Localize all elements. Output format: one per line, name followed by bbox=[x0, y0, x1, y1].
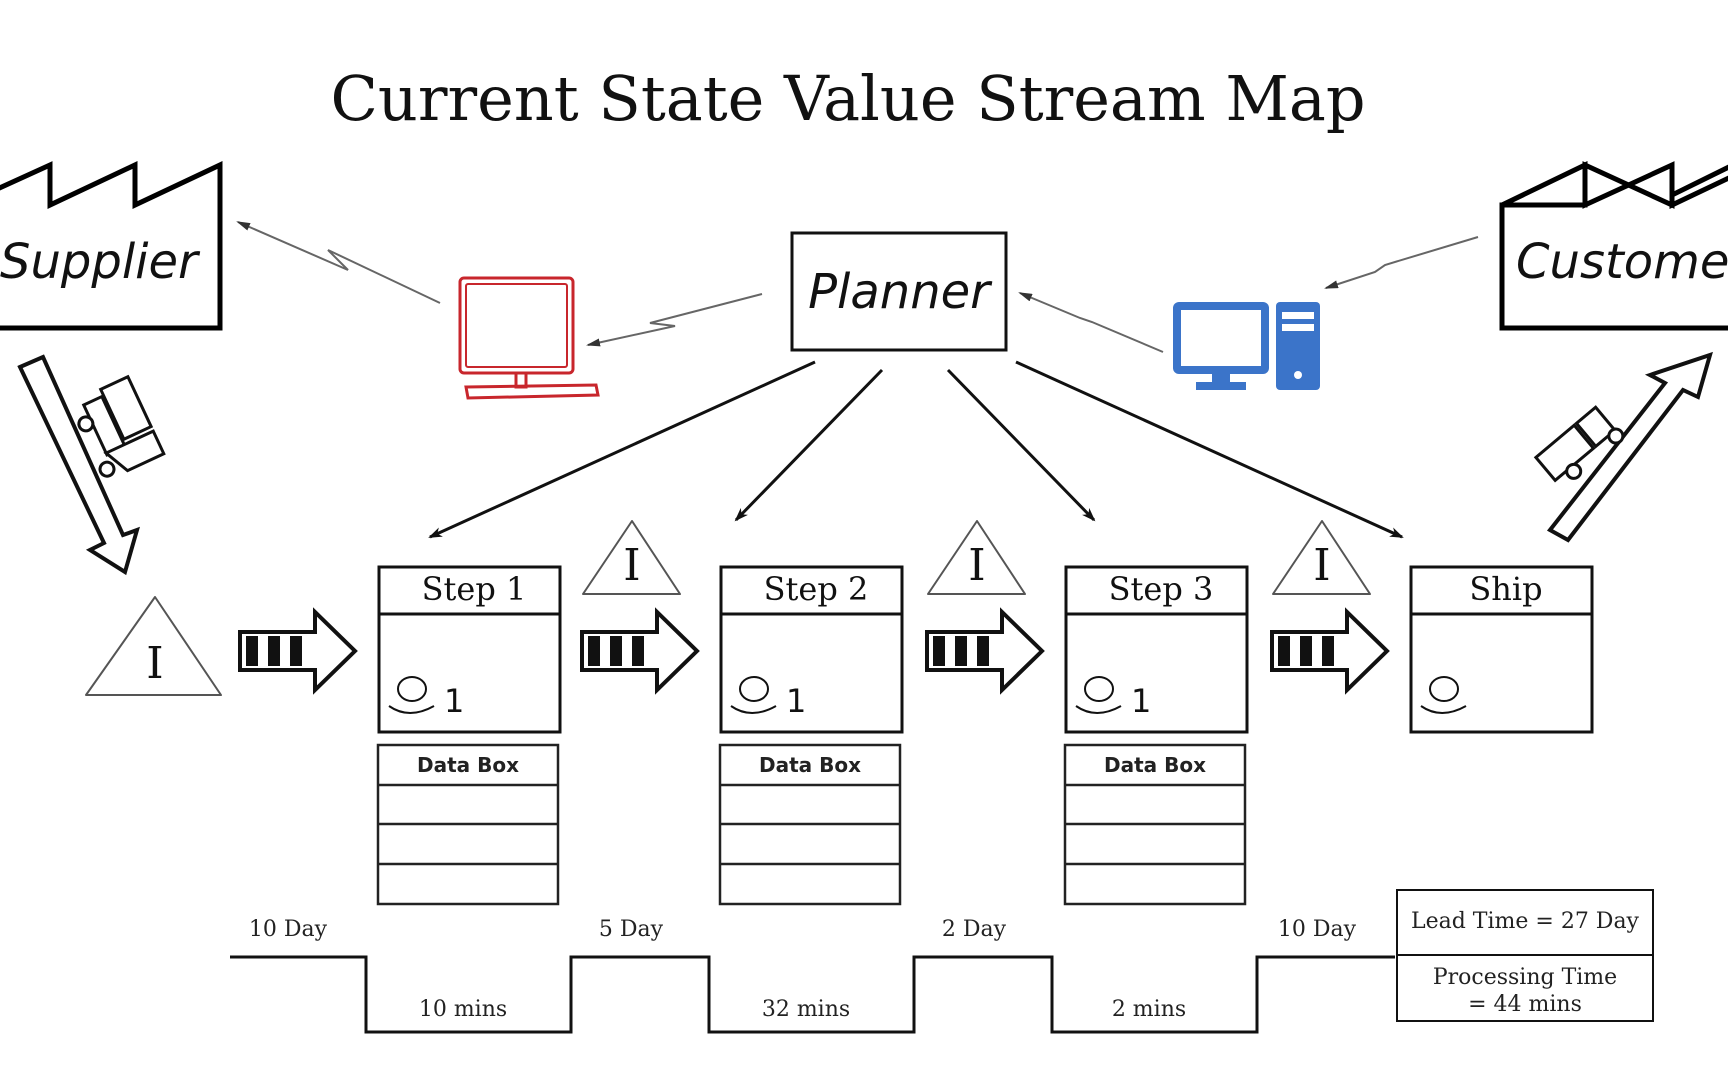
lead-time: Lead Time = 27 Day bbox=[1411, 909, 1640, 934]
inventory-triangle[interactable]: I bbox=[1272, 520, 1371, 595]
process-time: 10 mins bbox=[419, 997, 507, 1022]
process-time: 2 mins bbox=[1112, 997, 1186, 1022]
customer-factory[interactable]: Customer bbox=[1499, 161, 1728, 331]
customer-shipment bbox=[1533, 351, 1713, 543]
supplier-factory[interactable]: Supplier bbox=[0, 161, 223, 331]
electronic-flow-arrow bbox=[1324, 236, 1479, 289]
svg-text:I: I bbox=[968, 540, 985, 591]
timeline: 10 Day 5 Day 2 Day 10 Day 10 mins 32 min… bbox=[230, 917, 1395, 1034]
supplier-label: Supplier bbox=[0, 234, 201, 290]
process-box-2[interactable]: Step 2 1 Data Box bbox=[718, 565, 904, 906]
svg-text:I: I bbox=[1313, 540, 1330, 591]
page-title: Current State Value Stream Map bbox=[330, 62, 1365, 135]
processing-time-value: = 44 mins bbox=[1468, 992, 1582, 1017]
customer-computer[interactable] bbox=[1173, 302, 1320, 390]
push-arrow-icon bbox=[580, 607, 700, 695]
summary-box: Lead Time = 27 Day Processing Time = 44 … bbox=[1396, 889, 1654, 1022]
schedule-arrow-step3 bbox=[946, 368, 1096, 522]
process-title: Step 1 bbox=[422, 570, 527, 608]
wait-time: 10 Day bbox=[1278, 917, 1357, 942]
inventory-triangle[interactable]: I bbox=[582, 520, 681, 595]
push-arrow-icon bbox=[238, 607, 358, 695]
value-stream-map: Current State Value Stream Map Supplier … bbox=[0, 62, 1728, 1034]
operator-count: 1 bbox=[1131, 682, 1151, 720]
operator-count: 1 bbox=[786, 682, 806, 720]
process-box-3[interactable]: Step 3 1 Data Box bbox=[1063, 565, 1249, 906]
desktop-computer-icon bbox=[1173, 302, 1320, 390]
supplier-shipment bbox=[17, 354, 166, 576]
planner-label: Planner bbox=[808, 264, 993, 320]
operator-count: 1 bbox=[444, 682, 464, 720]
process-boxes: Step 1 1 Data Box Step 2 1 Data Box Step 3 1 Dat… bbox=[376, 565, 1594, 906]
planner-box[interactable]: Planner bbox=[790, 231, 1008, 352]
customer-label: Customer bbox=[1516, 234, 1728, 290]
svg-text:I: I bbox=[146, 638, 163, 689]
electronic-flow-arrow bbox=[1018, 292, 1164, 353]
process-time: 32 mins bbox=[762, 997, 850, 1022]
process-box-1[interactable]: Step 1 1 Data Box bbox=[376, 565, 562, 906]
data-box-header: Data Box bbox=[417, 753, 519, 777]
inventory-triangle[interactable]: I bbox=[85, 596, 222, 696]
electronic-flow-arrow bbox=[586, 293, 763, 347]
schedule-arrow-step2 bbox=[734, 368, 884, 522]
wait-time: 5 Day bbox=[599, 917, 664, 942]
processing-time-label: Processing Time bbox=[1433, 965, 1617, 990]
process-title: Step 2 bbox=[764, 570, 869, 608]
schedule-arrow-step1 bbox=[428, 360, 816, 539]
svg-text:I: I bbox=[623, 540, 640, 591]
push-arrow-icon bbox=[1270, 607, 1390, 695]
data-box[interactable]: Data Box bbox=[376, 743, 560, 906]
data-box[interactable]: Data Box bbox=[718, 743, 902, 906]
electronic-flow-arrow bbox=[236, 221, 441, 304]
planner-schedule-arrows bbox=[428, 360, 1404, 539]
push-arrow-icon bbox=[925, 607, 1045, 695]
process-title: Step 3 bbox=[1109, 570, 1214, 608]
wait-time: 10 Day bbox=[249, 917, 328, 942]
computer-monitor-icon bbox=[458, 276, 600, 400]
wait-time: 2 Day bbox=[942, 917, 1007, 942]
data-box-header: Data Box bbox=[1104, 753, 1206, 777]
inventory-triangle[interactable]: I bbox=[927, 520, 1026, 595]
process-title: Ship bbox=[1469, 570, 1542, 608]
supplier-computer[interactable] bbox=[458, 276, 600, 400]
data-box-header: Data Box bbox=[759, 753, 861, 777]
data-box[interactable]: Data Box bbox=[1063, 743, 1247, 906]
process-box-4[interactable]: Ship bbox=[1409, 565, 1594, 734]
